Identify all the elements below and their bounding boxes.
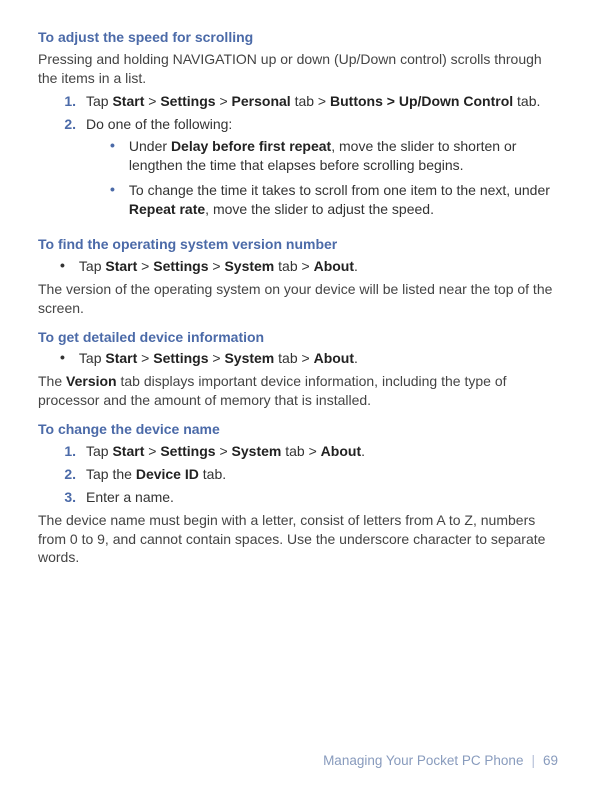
bold: System — [224, 258, 274, 274]
text: tab. — [513, 93, 540, 109]
bullet-list-os: • Tap Start > Settings > System tab > Ab… — [38, 257, 558, 276]
heading-device-name: To change the device name — [38, 420, 558, 439]
sub-content: To change the time it takes to scroll fr… — [129, 181, 558, 219]
bold: System — [232, 443, 282, 459]
intro-scroll: Pressing and holding NAVIGATION up or do… — [38, 50, 558, 88]
bullet-icon: • — [60, 257, 65, 276]
list-item: 1. Tap Start > Settings > Personal tab >… — [60, 92, 558, 111]
text: tab. — [199, 466, 226, 482]
text: > — [208, 258, 224, 274]
text: > — [144, 443, 160, 459]
list-item: • Tap Start > Settings > System tab > Ab… — [60, 349, 558, 368]
text: The — [38, 373, 66, 389]
text: Tap — [86, 93, 112, 109]
outro-os: The version of the operating system on y… — [38, 280, 558, 318]
bold: Repeat rate — [129, 201, 205, 217]
step-content: Tap the Device ID tab. — [86, 465, 558, 484]
step-content: Enter a name. — [86, 488, 558, 507]
list-device-name: 1. Tap Start > Settings > System tab > A… — [38, 442, 558, 507]
text: > — [216, 443, 232, 459]
bold: System — [224, 350, 274, 366]
text: Tap — [79, 350, 105, 366]
step-content: Tap Start > Settings > Personal tab > Bu… — [86, 92, 558, 111]
step-number: 3. — [60, 488, 76, 507]
text: Under — [129, 138, 171, 154]
sublist-item: • To change the time it takes to scroll … — [110, 181, 558, 219]
bullet-list-device: • Tap Start > Settings > System tab > Ab… — [38, 349, 558, 368]
text: . — [354, 258, 358, 274]
text: . — [361, 443, 365, 459]
step-content: Do one of the following: • Under Delay b… — [86, 115, 558, 225]
footer-title: Managing Your Pocket PC Phone — [323, 752, 523, 770]
text: > — [144, 93, 160, 109]
page-number: 69 — [543, 752, 558, 770]
bullet-icon: • — [110, 181, 115, 219]
step-number: 2. — [60, 115, 76, 225]
bold: Buttons > Up/Down Control — [330, 93, 513, 109]
sub-content: Under Delay before first repeat, move th… — [129, 137, 558, 175]
text: Tap — [86, 443, 112, 459]
text: Tap the — [86, 466, 136, 482]
text: tab > — [281, 443, 320, 459]
text: > — [137, 350, 153, 366]
bold: Settings — [160, 93, 215, 109]
bold: About — [314, 258, 354, 274]
heading-os-version: To find the operating system version num… — [38, 235, 558, 254]
bullet-content: Tap Start > Settings > System tab > Abou… — [79, 257, 358, 276]
text: , move the slider to adjust the speed. — [205, 201, 434, 217]
text: tab > — [291, 93, 330, 109]
bold: Start — [105, 258, 137, 274]
bold: Settings — [153, 258, 208, 274]
sublist-item: • Under Delay before first repeat, move … — [110, 137, 558, 175]
text: > — [216, 93, 232, 109]
text: . — [354, 350, 358, 366]
outro-device: The Version tab displays important devic… — [38, 372, 558, 410]
list-item: 1. Tap Start > Settings > System tab > A… — [60, 442, 558, 461]
bold: Version — [66, 373, 117, 389]
heading-device-info: To get detailed device information — [38, 328, 558, 347]
step-number: 1. — [60, 442, 76, 461]
text: tab > — [274, 258, 313, 274]
bold: Settings — [160, 443, 215, 459]
bold: Personal — [232, 93, 291, 109]
list-scroll: 1. Tap Start > Settings > Personal tab >… — [38, 92, 558, 225]
list-item: 3. Enter a name. — [60, 488, 558, 507]
bullet-icon: • — [110, 137, 115, 175]
bold: Device ID — [136, 466, 199, 482]
bold: About — [321, 443, 361, 459]
bold: Start — [112, 93, 144, 109]
list-item: • Tap Start > Settings > System tab > Ab… — [60, 257, 558, 276]
text: Tap — [79, 258, 105, 274]
list-item: 2. Tap the Device ID tab. — [60, 465, 558, 484]
page-content: To adjust the speed for scrolling Pressi… — [0, 0, 596, 567]
list-item: 2. Do one of the following: • Under Dela… — [60, 115, 558, 225]
text: To change the time it takes to scroll fr… — [129, 182, 550, 198]
step-number: 2. — [60, 465, 76, 484]
step-number: 1. — [60, 92, 76, 111]
step-content: Tap Start > Settings > System tab > Abou… — [86, 442, 558, 461]
text: Do one of the following: — [86, 116, 232, 132]
outro-name-rules: The device name must begin with a letter… — [38, 511, 558, 568]
bullet-content: Tap Start > Settings > System tab > Abou… — [79, 349, 358, 368]
page-footer: Managing Your Pocket PC Phone | 69 — [323, 752, 558, 770]
bold: About — [314, 350, 354, 366]
bold: Settings — [153, 350, 208, 366]
sublist: • Under Delay before first repeat, move … — [86, 137, 558, 219]
footer-separator-icon: | — [531, 752, 535, 770]
bullet-icon: • — [60, 349, 65, 368]
text: > — [208, 350, 224, 366]
text: tab > — [274, 350, 313, 366]
bold: Delay before first repeat — [171, 138, 331, 154]
bold: Start — [105, 350, 137, 366]
heading-scroll-speed: To adjust the speed for scrolling — [38, 28, 558, 47]
text: > — [137, 258, 153, 274]
bold: Start — [112, 443, 144, 459]
